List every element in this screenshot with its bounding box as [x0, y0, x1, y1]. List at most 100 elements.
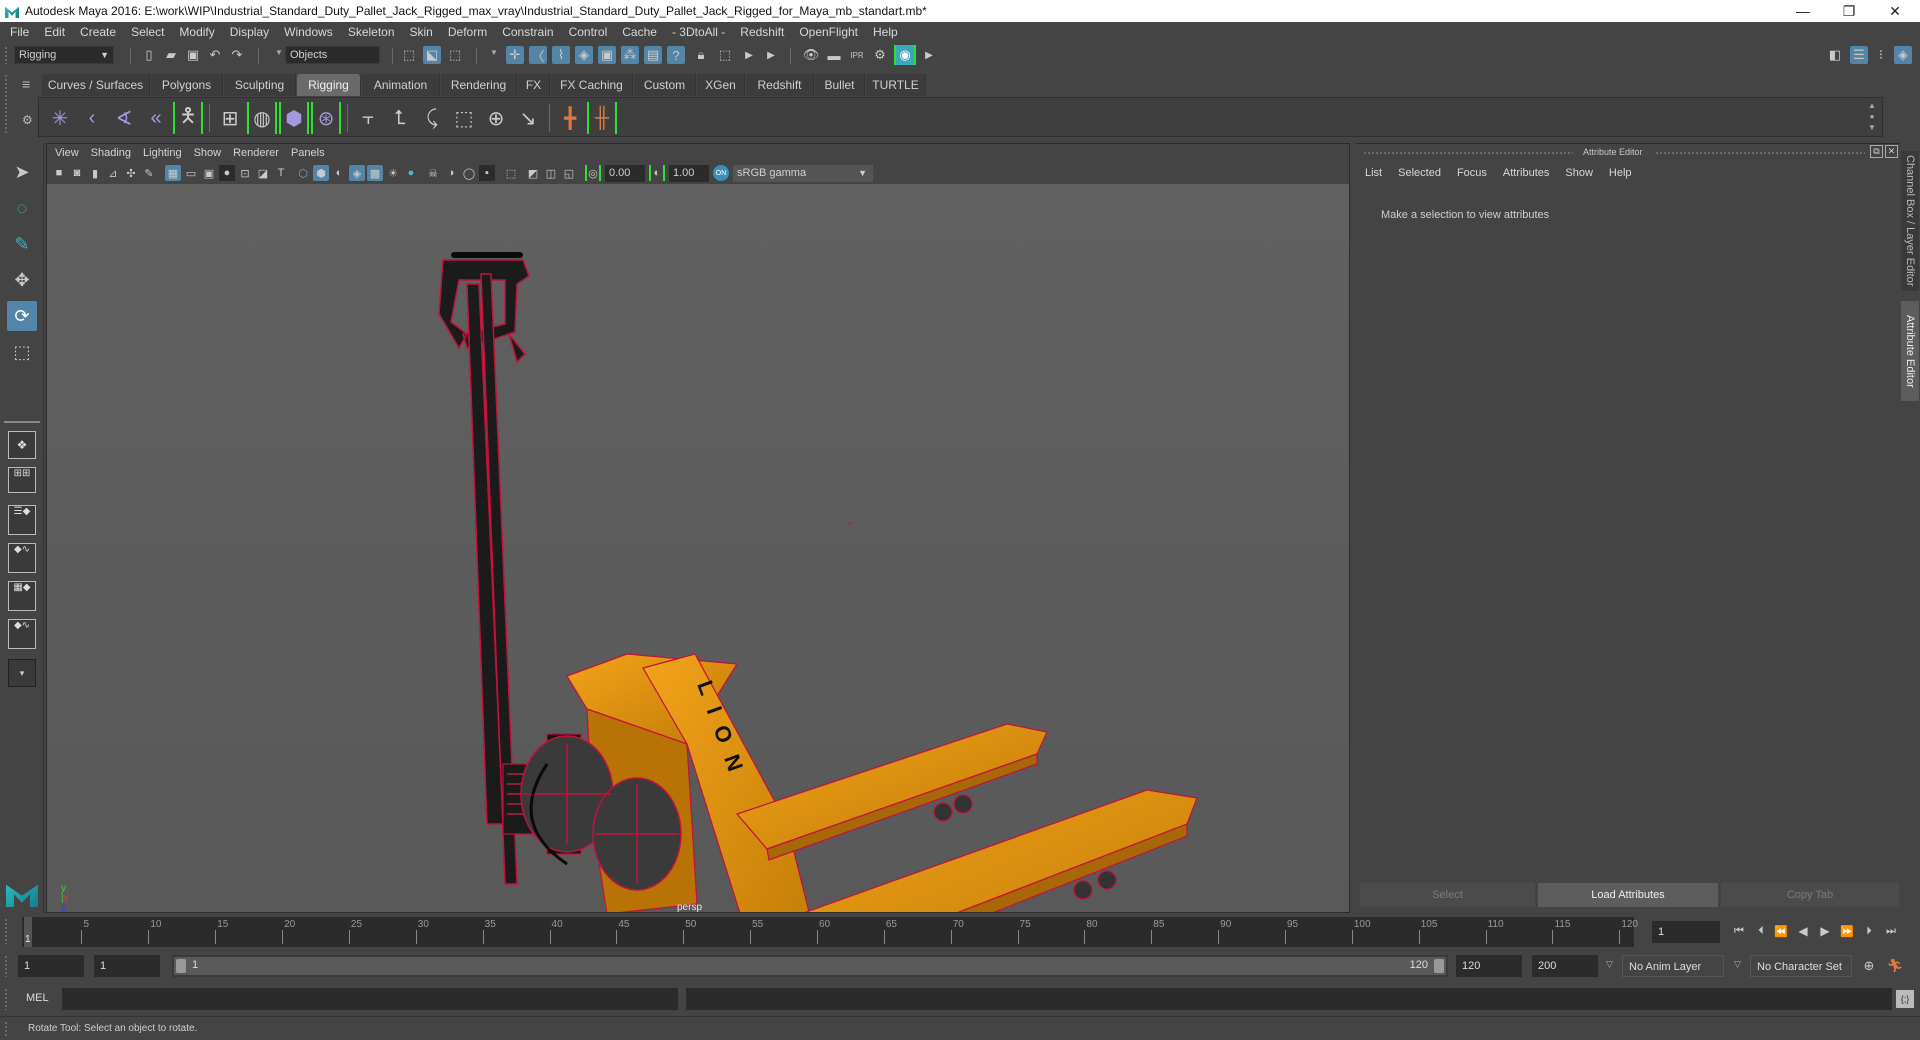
field-chart-icon[interactable]: ⊡	[237, 165, 253, 181]
snap-live-icon[interactable]: ⁂	[621, 46, 639, 64]
motion-blur-icon[interactable]: ◑	[443, 165, 459, 181]
color-space-dropdown[interactable]: sRGB gamma ▼	[733, 165, 873, 182]
range-slider-grip[interactable]	[4, 955, 8, 977]
menu-select[interactable]: Select	[131, 25, 164, 39]
shelf-scroll[interactable]: ▲ ● ▼	[1866, 100, 1878, 134]
film-gate-icon[interactable]: ▭	[183, 165, 199, 181]
modeling-toolkit-icon[interactable]: ◧	[1826, 46, 1844, 64]
render-frame-icon[interactable]: ▬	[825, 46, 843, 64]
use-all-lights-icon[interactable]: ☀	[385, 165, 401, 181]
textured-icon[interactable]: ▩	[367, 165, 383, 181]
tab-animation[interactable]: Animation	[362, 74, 440, 96]
go-to-end-icon[interactable]: ⏭	[1882, 922, 1900, 940]
snap-grid-icon[interactable]: ✛	[506, 46, 524, 64]
panel-drag-handle[interactable]	[1655, 151, 1865, 155]
expand-arrow-icon[interactable]: ▶	[740, 46, 758, 64]
redo-icon[interactable]: ↷	[228, 46, 246, 64]
save-scene-icon[interactable]: ▣	[184, 46, 202, 64]
xray-joints-icon[interactable]: ◫	[543, 165, 559, 181]
copy-tab-button[interactable]: Copy Tab	[1721, 883, 1899, 907]
screen-space-ao-icon[interactable]: ☠	[425, 165, 441, 181]
menu-cache[interactable]: Cache	[622, 25, 657, 39]
expand-arrow-icon[interactable]: ▶	[920, 46, 938, 64]
snap-curve-icon[interactable]: 〈	[529, 46, 547, 64]
tab-custom[interactable]: Custom	[634, 74, 696, 96]
select-tool-icon[interactable]: ➤	[7, 157, 37, 187]
gamma-toggle-icon[interactable]: ◐	[649, 165, 665, 181]
close-panel-icon[interactable]: ✕	[1885, 145, 1898, 158]
menu-redshift[interactable]: Redshift	[740, 25, 784, 39]
ae-menu-selected[interactable]: Selected	[1398, 167, 1441, 179]
bookmark-icon[interactable]: ▮	[87, 165, 103, 181]
tool-settings-icon[interactable]: ⁝	[1872, 46, 1890, 64]
lock-icon[interactable]: 🔒︎	[692, 46, 710, 64]
menuset-dropdown[interactable]: Rigging ▼	[14, 46, 114, 64]
select-button[interactable]: Select	[1360, 883, 1535, 907]
play-forwards-icon[interactable]: ▶	[1816, 922, 1834, 940]
open-scene-icon[interactable]: ▰	[162, 46, 180, 64]
parent-constraint-icon[interactable]: ⫟	[353, 102, 383, 134]
hypershade-persp-layout-icon[interactable]: ▦◆	[8, 581, 36, 611]
panel-drag-handle[interactable]	[1363, 151, 1573, 155]
move-tool-icon[interactable]: ✥	[7, 265, 37, 295]
menu-constrain[interactable]: Constrain	[502, 25, 553, 39]
command-input[interactable]	[62, 988, 678, 1010]
pallet-jack-model[interactable]: LION +	[47, 184, 1349, 912]
select-object-icon[interactable]: ⬕	[423, 46, 441, 64]
auto-key-icon[interactable]: ⊕	[1860, 957, 1878, 975]
menu-skin[interactable]: Skin	[410, 25, 433, 39]
menu-deform[interactable]: Deform	[448, 25, 487, 39]
image-plane-icon[interactable]: ⊿	[105, 165, 121, 181]
persp-graph-layout-icon[interactable]: ◆∿	[8, 543, 36, 573]
range-end-handle[interactable]	[1434, 959, 1444, 973]
animation-preferences-icon[interactable]: 🏃︎	[1886, 957, 1904, 975]
viewport-menu-renderer[interactable]: Renderer	[233, 147, 279, 159]
character-set-dropdown[interactable]: No Character Set	[1750, 955, 1852, 977]
selection-mask-dropdown[interactable]: Objects	[285, 46, 380, 64]
ae-menu-show[interactable]: Show	[1565, 167, 1593, 179]
animation-end-field[interactable]: 200	[1532, 955, 1598, 977]
exposure-field[interactable]: 0.00	[605, 165, 645, 182]
command-line-grip[interactable]	[4, 988, 8, 1010]
menu-display[interactable]: Display	[230, 25, 269, 39]
add-attribute-icon[interactable]: ╋	[555, 102, 585, 134]
snap-surface-icon[interactable]: ◈	[575, 46, 593, 64]
outliner-graph-layout-icon[interactable]: ◆∿	[8, 619, 36, 649]
shadows-icon[interactable]: ●	[403, 165, 419, 181]
viewport-menu-view[interactable]: View	[55, 147, 79, 159]
range-slider-bar-fill[interactable]: 1 120	[174, 957, 1446, 975]
menu-create[interactable]: Create	[80, 25, 116, 39]
tab-fx[interactable]: FX	[518, 74, 550, 96]
safe-action-icon[interactable]: ◪	[255, 165, 271, 181]
2d-pan-zoom-icon[interactable]: ✣	[123, 165, 139, 181]
mask-arrow-icon[interactable]: ▼	[490, 48, 498, 57]
time-slider-grip[interactable]	[4, 918, 8, 944]
tab-channel-box-layer-editor[interactable]: Channel Box / Layer Editor	[1901, 151, 1919, 291]
shelf-grip[interactable]	[4, 74, 8, 134]
render-settings-icon[interactable]: ⚙	[871, 46, 889, 64]
rotate-tool-icon[interactable]: ⟳	[7, 301, 37, 331]
menu-file[interactable]: File	[10, 25, 29, 39]
restore-button[interactable]: ❐	[1826, 0, 1872, 22]
tab-turtle[interactable]: TURTLE	[866, 74, 926, 96]
aim-constraint-icon[interactable]: ⊕	[481, 102, 511, 134]
depth-of-field-icon[interactable]: ▪	[479, 165, 495, 181]
attribute-editor-toggle-icon[interactable]: ☰	[1850, 46, 1868, 64]
select-component-icon[interactable]: ⬚	[446, 46, 464, 64]
step-forward-key-icon[interactable]: ⏩	[1838, 922, 1856, 940]
render-view-icon[interactable]: 👁︎	[802, 46, 820, 64]
play-backwards-icon[interactable]: ◀	[1794, 922, 1812, 940]
tab-sculpting[interactable]: Sculpting	[224, 74, 296, 96]
anim-layer-menu-icon[interactable]: ▽	[1606, 959, 1613, 970]
tab-attribute-editor[interactable]: Attribute Editor	[1901, 301, 1919, 401]
select-constraint-icon[interactable]: ⬚	[716, 46, 734, 64]
load-attributes-button[interactable]: Load Attributes	[1538, 883, 1718, 907]
float-panel-icon[interactable]: ⧉	[1870, 145, 1883, 158]
menu-help[interactable]: Help	[873, 25, 898, 39]
viewport-menu-shading[interactable]: Shading	[91, 147, 131, 159]
snap-handles-icon[interactable]: ▤	[644, 46, 662, 64]
menu-edit[interactable]: Edit	[44, 25, 65, 39]
default-material-icon[interactable]: ◐	[331, 165, 347, 181]
menu-control[interactable]: Control	[569, 25, 608, 39]
scale-tool-icon[interactable]: ⬚	[7, 337, 37, 367]
